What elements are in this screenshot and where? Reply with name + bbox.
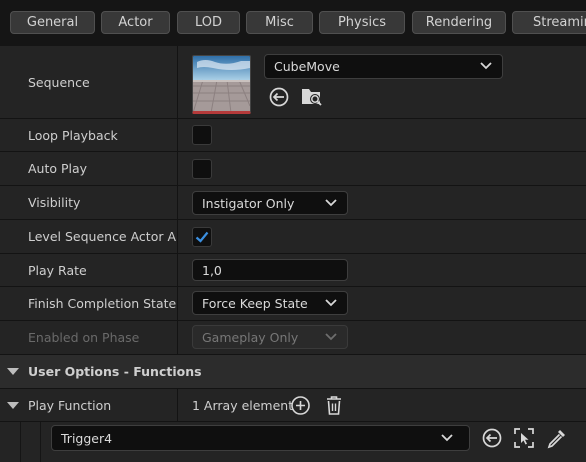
level-sequence-actor-checkbox[interactable] bbox=[192, 227, 212, 247]
visibility-value: Instigator Only bbox=[202, 195, 295, 211]
trigger-actor-picker[interactable]: Trigger4 bbox=[51, 425, 470, 451]
chevron-down-icon bbox=[441, 434, 453, 442]
asset-thumbnail[interactable] bbox=[192, 55, 251, 114]
trash-icon[interactable] bbox=[324, 395, 344, 416]
chevron-down-icon bbox=[325, 299, 337, 307]
eyedropper-icon[interactable] bbox=[546, 427, 568, 449]
chevron-down-icon bbox=[325, 333, 337, 341]
property-label: Play Rate bbox=[28, 262, 87, 278]
property-row-loop-playback: Loop Playback bbox=[0, 119, 586, 152]
collapse-triangle-icon[interactable] bbox=[6, 401, 20, 411]
indent-guide bbox=[20, 422, 21, 462]
property-row-enabled-on-phase: Enabled on Phase Gameplay Only bbox=[0, 321, 586, 355]
column-divider bbox=[177, 389, 178, 421]
property-label: Enabled on Phase bbox=[28, 330, 140, 345]
property-row-finish-completion-state: Finish Completion State... Force Keep St… bbox=[0, 287, 586, 321]
property-label: Visibility bbox=[28, 195, 81, 210]
tab-streaming[interactable]: Streamin bbox=[512, 11, 586, 34]
property-label: Sequence bbox=[28, 74, 90, 90]
use-selected-asset-icon[interactable] bbox=[268, 86, 290, 108]
property-row-play-rate: Play Rate 1,0 bbox=[0, 254, 586, 287]
enabled-on-phase-dropdown: Gameplay Only bbox=[192, 325, 348, 349]
play-rate-input[interactable]: 1,0 bbox=[192, 259, 348, 281]
select-actor-icon[interactable] bbox=[513, 427, 535, 449]
tab-lod[interactable]: LOD bbox=[177, 11, 240, 34]
property-row-visibility: Visibility Instigator Only bbox=[0, 186, 586, 220]
play-rate-value: 1,0 bbox=[202, 262, 222, 278]
section-header-user-options-functions[interactable]: User Options - Functions bbox=[0, 355, 586, 389]
use-selected-actor-icon[interactable] bbox=[481, 427, 503, 449]
column-divider bbox=[177, 220, 178, 253]
chevron-down-icon bbox=[325, 199, 337, 207]
column-divider bbox=[177, 321, 178, 354]
tab-general[interactable]: General bbox=[10, 11, 95, 34]
enabled-on-phase-value: Gameplay Only bbox=[202, 329, 299, 345]
add-element-icon[interactable] bbox=[290, 395, 311, 416]
property-row-auto-play: Auto Play bbox=[0, 152, 586, 186]
section-title: User Options - Functions bbox=[28, 364, 202, 379]
sequence-asset-name: CubeMove bbox=[274, 59, 340, 74]
property-row-sequence: Sequence CubeMove bbox=[0, 46, 586, 119]
sequence-asset-picker[interactable]: CubeMove bbox=[264, 54, 503, 79]
tab-rendering[interactable]: Rendering bbox=[412, 11, 506, 34]
property-label: Loop Playback bbox=[28, 127, 118, 143]
property-row-level-sequence-actor: Level Sequence Actor A... bbox=[0, 220, 586, 254]
level-sequence-preview-icon bbox=[193, 56, 250, 111]
property-row-play-function: Play Function 1 Array element bbox=[0, 389, 586, 422]
collapse-triangle-icon[interactable] bbox=[6, 367, 20, 377]
tab-physics[interactable]: Physics bbox=[319, 11, 405, 34]
property-label: Auto Play bbox=[28, 161, 88, 176]
loop-playback-checkbox[interactable] bbox=[192, 125, 212, 145]
column-divider bbox=[177, 254, 178, 286]
array-element-count: 1 Array element bbox=[192, 398, 294, 413]
chevron-down-icon bbox=[480, 62, 492, 70]
visibility-dropdown[interactable]: Instigator Only bbox=[192, 191, 348, 215]
property-label: Play Function bbox=[28, 397, 112, 413]
array-element-row: Trigger4 bbox=[0, 422, 586, 462]
tab-misc[interactable]: Misc bbox=[246, 11, 313, 34]
property-label: Level Sequence Actor A... bbox=[28, 229, 176, 244]
column-divider bbox=[177, 287, 178, 320]
finish-completion-state-value: Force Keep State bbox=[202, 295, 308, 311]
column-divider bbox=[177, 186, 178, 219]
finish-completion-state-dropdown[interactable]: Force Keep State bbox=[192, 291, 348, 315]
trigger-actor-value: Trigger4 bbox=[61, 430, 113, 446]
column-divider bbox=[177, 46, 178, 118]
indent-guide bbox=[40, 422, 41, 462]
column-divider bbox=[177, 152, 178, 185]
property-label: Finish Completion State... bbox=[28, 296, 176, 311]
auto-play-checkbox[interactable] bbox=[192, 159, 212, 179]
browse-to-asset-icon[interactable] bbox=[300, 86, 324, 108]
column-divider bbox=[177, 119, 178, 151]
category-tab-bar: General Actor LOD Misc Physics Rendering… bbox=[0, 0, 586, 46]
checkmark-icon bbox=[195, 231, 209, 243]
tab-actor[interactable]: Actor bbox=[101, 11, 170, 34]
